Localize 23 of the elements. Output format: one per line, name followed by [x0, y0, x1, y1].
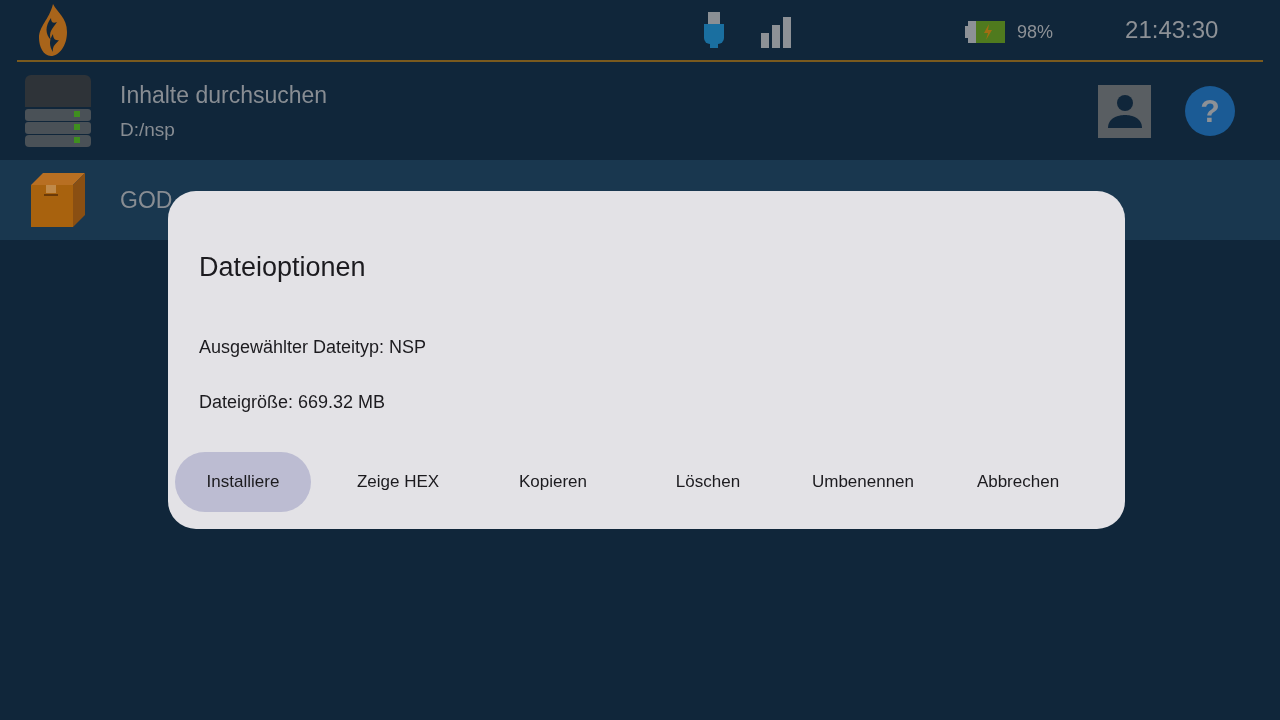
- dialog-button[interactable]: Umbenennen: [795, 451, 931, 512]
- dialog-info-text: Ausgewählter Dateityp: NSP: [199, 335, 428, 359]
- file-list-row[interactable]: Inhalte durchsuchen D:/nsp ?: [0, 62, 1280, 160]
- dialog-button[interactable]: Zeige HEX: [330, 451, 466, 512]
- dialog-title: Dateioptionen: [199, 251, 367, 284]
- user-button[interactable]: [1098, 84, 1151, 138]
- server-icon: [25, 75, 91, 147]
- battery-charging-icon: [965, 20, 1005, 44]
- battery-percent: 98%: [1017, 20, 1054, 44]
- clock-time: 21:43:30: [1125, 15, 1219, 45]
- user-icon: [1105, 92, 1144, 130]
- dialog-button[interactable]: Installiere: [175, 451, 311, 512]
- usb-icon: [703, 12, 725, 48]
- signal-icon: [761, 16, 793, 48]
- row-title: Inhalte durchsuchen: [120, 80, 329, 110]
- box-icon: [31, 173, 85, 227]
- dialog-button[interactable]: Kopieren: [485, 451, 621, 512]
- dialog-button[interactable]: Löschen: [640, 451, 776, 512]
- dialog-info-text: Dateigröße: 669.32 MB: [199, 390, 387, 414]
- row-path: D:/nsp: [120, 118, 176, 142]
- flame-logo-icon: [37, 4, 69, 56]
- row-title: GOD: [120, 185, 174, 215]
- dialog-button[interactable]: Abbrechen: [950, 451, 1086, 512]
